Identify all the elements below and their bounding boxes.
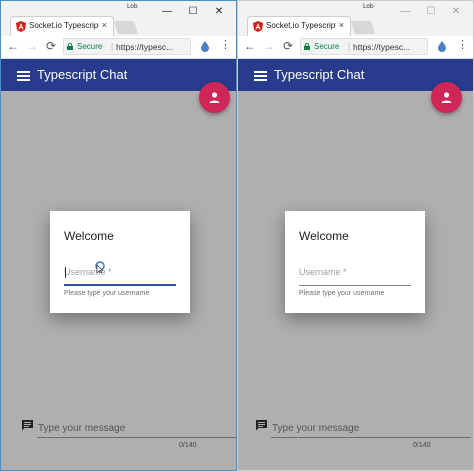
- browser-tab[interactable]: Socket.io Typescript Cl ×: [10, 16, 114, 36]
- tab-title: Socket.io Typescript Cl: [29, 21, 99, 30]
- url-separator: |: [111, 42, 114, 51]
- tab-title: Socket.io Typescript Cl: [266, 21, 336, 30]
- title-bar: Lob — ☐ ✕ Socket.io Typescript Cl ×: [238, 1, 473, 36]
- close-window-button[interactable]: ✕: [450, 6, 462, 18]
- browser-menu-icon[interactable]: ⋮: [457, 38, 468, 51]
- minimize-button[interactable]: —: [161, 6, 173, 18]
- browser-toolbar: ← → ⟳ Secure | https://typesc... ⋮: [1, 36, 236, 59]
- address-bar[interactable]: Secure | https://typesc...: [63, 38, 191, 55]
- person-icon: [209, 92, 220, 103]
- title-bar: Lob — ☐ ✕ Socket.io Typescript Cl ×: [1, 1, 236, 36]
- app-title: Typescript Chat: [274, 67, 365, 82]
- chat-bubble-icon: [22, 420, 33, 431]
- url-separator: |: [348, 42, 351, 51]
- dialog-title: Welcome: [299, 229, 349, 243]
- dialog-title: Welcome: [64, 229, 114, 243]
- username-hint: Please type your username: [299, 290, 385, 297]
- click-indicator-icon: [95, 261, 105, 273]
- url-text: https://typesc...: [353, 42, 411, 52]
- tab-close-icon[interactable]: ×: [102, 20, 107, 30]
- message-underline: [37, 437, 236, 438]
- username-hint: Please type your username: [64, 290, 150, 297]
- close-window-button[interactable]: ✕: [213, 6, 225, 18]
- user-fab-button[interactable]: [199, 82, 230, 113]
- chat-page: Typescript Chat Welcome Username * Pleas…: [1, 59, 236, 470]
- url-text: https://typesc...: [116, 42, 174, 52]
- app-bar: Typescript Chat: [1, 59, 236, 91]
- lock-icon: [304, 43, 310, 50]
- message-counter: 0/140: [413, 442, 431, 449]
- username-underline: [299, 285, 411, 286]
- username-input[interactable]: Username *: [299, 267, 347, 277]
- user-fab-button[interactable]: [431, 82, 462, 113]
- secure-label: Secure: [314, 42, 340, 51]
- reload-icon[interactable]: ⟳: [281, 39, 295, 53]
- address-bar[interactable]: Secure | https://typesc...: [300, 38, 428, 55]
- reload-icon[interactable]: ⟳: [44, 39, 58, 53]
- secure-label: Secure: [77, 42, 103, 51]
- extension-drop-icon[interactable]: [199, 40, 211, 52]
- menu-icon[interactable]: [254, 71, 267, 81]
- maximize-button[interactable]: ☐: [425, 6, 437, 18]
- welcome-dialog: Welcome Username * Please type your user…: [285, 211, 425, 313]
- tab-close-icon[interactable]: ×: [339, 20, 344, 30]
- browser-tab[interactable]: Socket.io Typescript Cl ×: [247, 16, 351, 36]
- angular-icon: [253, 21, 263, 32]
- username-underline: [64, 284, 176, 286]
- minimize-button[interactable]: —: [399, 6, 411, 18]
- profile-tag[interactable]: Lob: [363, 3, 374, 10]
- back-icon[interactable]: ←: [243, 39, 257, 53]
- maximize-button[interactable]: ☐: [187, 6, 199, 18]
- angular-icon: [16, 21, 26, 32]
- new-tab-button[interactable]: [350, 21, 376, 34]
- chat-bubble-icon: [256, 420, 267, 431]
- profile-tag[interactable]: Lob: [127, 3, 138, 10]
- person-icon: [441, 92, 452, 103]
- app-title: Typescript Chat: [37, 67, 128, 82]
- browser-toolbar: ← → ⟳ Secure | https://typesc... ⋮: [238, 36, 473, 59]
- welcome-dialog: Welcome Username * Please type your user…: [50, 211, 190, 313]
- text-caret: [65, 267, 66, 278]
- new-tab-button[interactable]: [113, 21, 139, 34]
- lock-icon: [67, 43, 73, 50]
- forward-icon[interactable]: →: [262, 39, 276, 53]
- extension-drop-icon[interactable]: [436, 40, 448, 52]
- browser-window-left: Lob — ☐ ✕ Socket.io Typescript Cl × ← → …: [0, 0, 237, 471]
- message-underline: [271, 437, 471, 438]
- chat-page: Typescript Chat Welcome Username * Pleas…: [238, 59, 473, 470]
- browser-menu-icon[interactable]: ⋮: [220, 38, 231, 51]
- message-counter: 0/140: [179, 442, 197, 449]
- back-icon[interactable]: ←: [6, 39, 20, 53]
- forward-icon[interactable]: →: [25, 39, 39, 53]
- menu-icon[interactable]: [17, 71, 30, 81]
- browser-window-right: Lob — ☐ ✕ Socket.io Typescript Cl × ← → …: [237, 0, 474, 471]
